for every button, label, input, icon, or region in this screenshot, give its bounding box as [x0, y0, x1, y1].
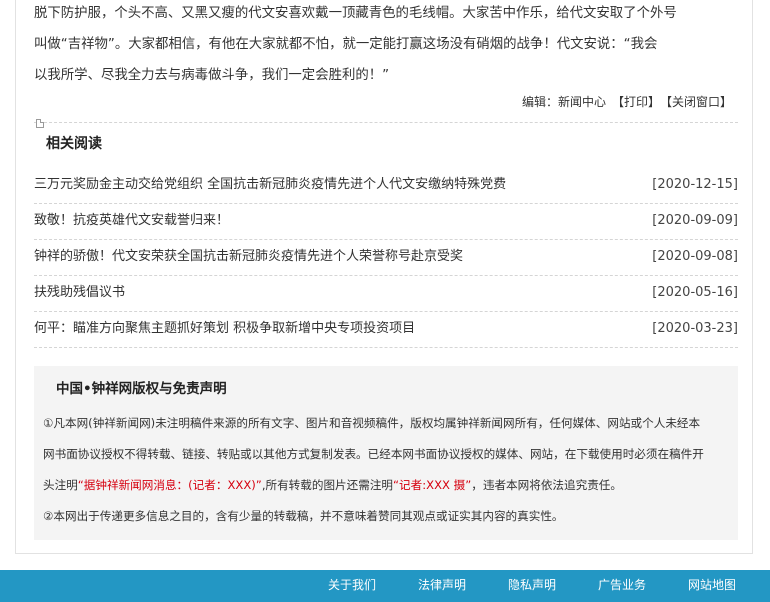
footer-link-about[interactable]: 关于我们 [328, 576, 376, 593]
document-icon [36, 119, 44, 128]
related-article-date: [2020-03-23] [652, 321, 738, 336]
footer-link-advertising[interactable]: 广告业务 [598, 576, 646, 593]
footer-link-legal[interactable]: 法律声明 [418, 576, 466, 593]
list-item: 三万元奖励金主动交给党组织 全国抗击新冠肺炎疫情先进个人代文安缴纳特殊党费 [2… [34, 168, 738, 204]
related-article-date: [2020-12-15] [652, 177, 738, 192]
article-body: 脱下防护服，个头不高、又黑又瘦的代文安喜欢戴一顶藏青色的毛线帽。大家苦中作乐，给… [34, 0, 738, 91]
related-article-link[interactable]: 钟祥的骄傲！代文安荣获全国抗击新冠肺炎疫情先进个人荣誉称号赴京受奖 [34, 240, 463, 273]
footer-link-sitemap[interactable]: 网站地图 [688, 576, 736, 593]
article-paragraph-line: 叫做“吉祥物”。大家都相信，有他在大家就都不怕，就一定能打赢这场没有硝烟的战争！… [34, 37, 658, 52]
disclaimer-text: ,所有转载的图片还需注明 [261, 478, 394, 492]
disclaimer-title: 中国•钟祥网版权与免责声明 [56, 381, 227, 397]
attribution-format-highlight: “据钟祥新闻网消息：(记者：XXX)” [77, 478, 262, 492]
related-article-link[interactable]: 扶残助残倡议书 [34, 276, 125, 309]
related-article-date: [2020-05-16] [652, 285, 738, 300]
editor-label: 编辑：新闻中心 [521, 95, 606, 109]
related-article-date: [2020-09-09] [652, 213, 738, 228]
disclaimer-text: ，违者本网将依法追究责任。 [471, 478, 622, 492]
disclaimer-text: 头注明 [43, 478, 78, 492]
footer-link-privacy[interactable]: 隐私声明 [508, 576, 556, 593]
disclaimer-body: ①凡本网(钟祥新闻网)未注明稿件来源的所有文字、图片和音视频稿件，版权均属钟祥新… [43, 408, 733, 532]
disclaimer-line: ②本网出于传递更多信息之目的，含有少量的转载稿，并不意味着赞同其观点或证实其内容… [43, 509, 564, 523]
related-article-link[interactable]: 三万元奖励金主动交给党组织 全国抗击新冠肺炎疫情先进个人代文安缴纳特殊党费 [34, 168, 506, 201]
disclaimer-line: ①凡本网(钟祥新闻网)未注明稿件来源的所有文字、图片和音视频稿件，版权均属钟祥新… [43, 416, 701, 430]
related-article-link[interactable]: 何平：瞄准方向聚焦主题抓好策划 积极争取新增中央专项投资项目 [34, 312, 415, 345]
list-item: 扶残助残倡议书 [2020-05-16] [34, 276, 738, 312]
disclaimer-line: 网书面协议授权不得转载、链接、转贴或以其他方式复制发表。已经本网书面协议授权的媒… [43, 447, 704, 461]
disclaimer-line: 头注明“据钟祥新闻网消息：(记者：XXX)”,所有转载的图片还需注明“记者:XX… [43, 470, 733, 501]
related-reading-title: 相关阅读 [46, 136, 102, 152]
footer-nav: 关于我们 法律声明 隐私声明 广告业务 网站地图 [0, 570, 770, 602]
photo-credit-highlight: “记者:XXX 摄” [393, 478, 472, 492]
list-item: 何平：瞄准方向聚焦主题抓好策划 积极争取新增中央专项投资项目 [2020-03-… [34, 312, 738, 348]
list-item: 钟祥的骄傲！代文安荣获全国抗击新冠肺炎疫情先进个人荣誉称号赴京受奖 [2020-… [34, 240, 738, 276]
article-meta: 编辑：新闻中心 【打印】 【关闭窗口】 [516, 92, 732, 112]
article-paragraph-line: 以我所学、尽我全力去与病毒做斗争，我们一定会胜利的！” [34, 68, 390, 83]
article-container: 脱下防护服，个头不高、又黑又瘦的代文安喜欢戴一顶藏青色的毛线帽。大家苦中作乐，给… [15, 0, 753, 554]
article-paragraph-line: 脱下防护服，个头不高、又黑又瘦的代文安喜欢戴一顶藏青色的毛线帽。大家苦中作乐，给… [34, 6, 677, 21]
related-reading-list: 三万元奖励金主动交给党组织 全国抗击新冠肺炎疫情先进个人代文安缴纳特殊党费 [2… [34, 168, 738, 348]
print-link[interactable]: 【打印】 [612, 95, 660, 109]
copyright-disclaimer: 中国•钟祥网版权与免责声明 ①凡本网(钟祥新闻网)未注明稿件来源的所有文字、图片… [34, 366, 738, 540]
site-footer: 关于我们 法律声明 隐私声明 广告业务 网站地图 [0, 570, 770, 602]
close-window-link[interactable]: 【关闭窗口】 [666, 95, 732, 109]
related-article-link[interactable]: 致敬！抗疫英雄代文安载誉归来！ [34, 204, 229, 237]
related-reading-header: 相关阅读 [34, 119, 738, 158]
list-item: 致敬！抗疫英雄代文安载誉归来！ [2020-09-09] [34, 204, 738, 240]
related-article-date: [2020-09-08] [652, 249, 738, 264]
